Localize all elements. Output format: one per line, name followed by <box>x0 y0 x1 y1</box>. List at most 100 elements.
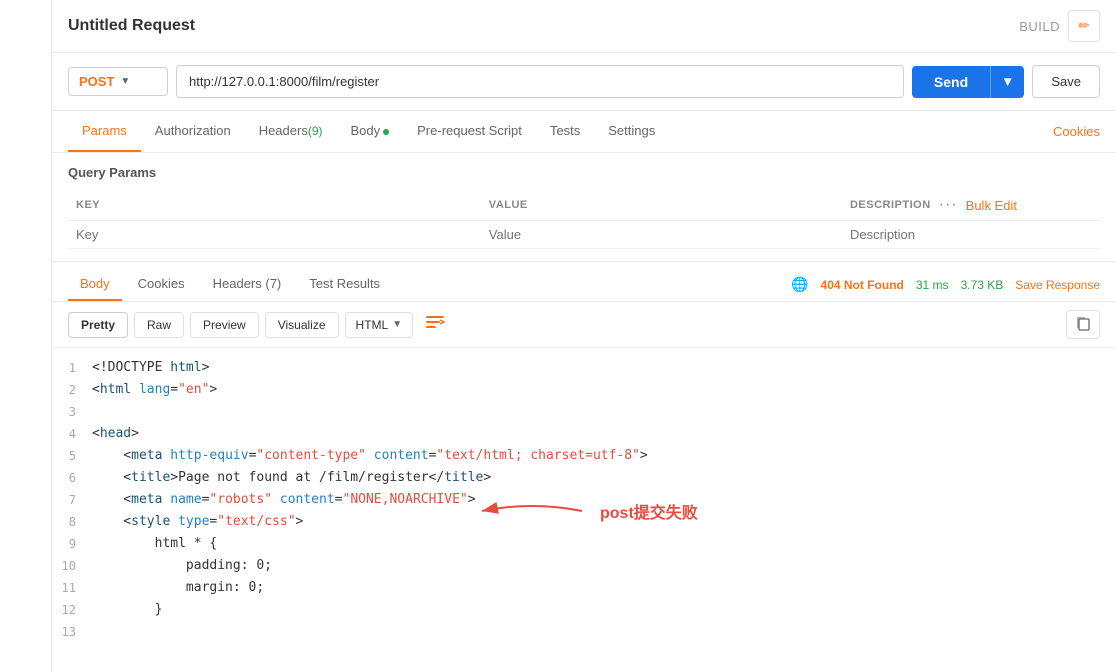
params-table: KEY VALUE DESCRIPTION ··· Bulk Edit <box>68 190 1100 249</box>
code-line: 10 padding: 0; <box>52 556 1116 578</box>
main-content: Untitled Request BUILD ✏ POST ▼ Send ▼ <box>52 0 1116 672</box>
line-number: 3 <box>52 402 92 422</box>
line-content: html * { <box>92 534 1116 555</box>
url-bar: POST ▼ Send ▼ Save <box>52 53 1116 111</box>
line-number: 11 <box>52 578 92 598</box>
response-time: 31 ms <box>916 278 949 292</box>
chevron-down-icon: ▼ <box>1001 74 1014 89</box>
body-dot <box>383 129 389 135</box>
word-wrap-button[interactable] <box>419 312 451 337</box>
url-input[interactable] <box>176 65 904 98</box>
key-input[interactable] <box>76 227 473 242</box>
bulk-edit-button[interactable]: Bulk Edit <box>966 198 1017 213</box>
line-number: 2 <box>52 380 92 400</box>
line-number: 12 <box>52 600 92 620</box>
request-tabs-bar: Params Authorization Headers(9) Body Pre… <box>52 111 1116 153</box>
request-header: Untitled Request BUILD ✏ <box>52 0 1116 53</box>
build-button[interactable]: BUILD <box>1019 19 1060 34</box>
code-line: 8 <style type="text/css"> <box>52 512 1116 534</box>
code-area-wrapper: 1<!DOCTYPE html>2<html lang="en">34<head… <box>52 348 1116 672</box>
tab-body[interactable]: Body <box>337 111 404 152</box>
tab-tests[interactable]: Tests <box>536 111 594 152</box>
query-params-title: Query Params <box>68 165 1100 180</box>
line-content: padding: 0; <box>92 556 1116 577</box>
chevron-down-icon: ▼ <box>392 319 402 330</box>
send-button-group: Send ▼ <box>912 66 1024 98</box>
line-content: <style type="text/css"> <box>92 512 1116 533</box>
response-size: 3.73 KB <box>961 278 1004 292</box>
code-line: 5 <meta http-equiv="content-type" conten… <box>52 446 1116 468</box>
chevron-down-icon: ▼ <box>120 76 130 87</box>
sidebar <box>0 0 52 672</box>
response-status-bar: 🌐 404 Not Found 31 ms 3.73 KB Save Respo… <box>791 276 1100 293</box>
code-line: 13 <box>52 622 1116 644</box>
code-line: 7 <meta name="robots" content="NONE,NOAR… <box>52 490 1116 512</box>
more-options-button[interactable]: ··· <box>939 196 958 214</box>
line-content: margin: 0; <box>92 578 1116 599</box>
line-number: 8 <box>52 512 92 532</box>
resp-tab-body[interactable]: Body <box>68 268 122 301</box>
desc-column-header: DESCRIPTION ··· Bulk Edit <box>842 190 1100 221</box>
code-line: 4<head> <box>52 424 1116 446</box>
resp-tab-cookies[interactable]: Cookies <box>126 268 197 301</box>
line-content: <meta name="robots" content="NONE,NOARCH… <box>92 490 1116 511</box>
status-badge: 404 Not Found <box>821 278 904 292</box>
line-content: <head> <box>92 424 1116 445</box>
send-button[interactable]: Send <box>912 66 990 98</box>
query-params-section: Query Params KEY VALUE DE <box>52 153 1116 262</box>
code-area: 1<!DOCTYPE html>2<html lang="en">34<head… <box>52 348 1116 654</box>
params-row <box>68 221 1100 249</box>
line-content: <meta http-equiv="content-type" content=… <box>92 446 1116 467</box>
code-line: 11 margin: 0; <box>52 578 1116 600</box>
format-visualize-button[interactable]: Visualize <box>265 312 339 338</box>
language-select[interactable]: HTML ▼ <box>345 312 414 338</box>
save-response-button[interactable]: Save Response <box>1015 278 1100 292</box>
tab-params[interactable]: Params <box>68 111 141 152</box>
code-line: 9 html * { <box>52 534 1116 556</box>
copy-icon <box>1075 319 1091 334</box>
save-button[interactable]: Save <box>1032 65 1100 98</box>
line-number: 6 <box>52 468 92 488</box>
request-title: Untitled Request <box>68 17 1019 35</box>
resp-tab-test-results[interactable]: Test Results <box>297 268 392 301</box>
key-column-header: KEY <box>68 190 481 221</box>
tab-headers[interactable]: Headers(9) <box>245 111 337 152</box>
line-number: 9 <box>52 534 92 554</box>
edit-icon: ✏ <box>1078 18 1089 34</box>
line-content: <title>Page not found at /film/register<… <box>92 468 1116 489</box>
value-input[interactable] <box>489 227 834 242</box>
cookies-link[interactable]: Cookies <box>1053 124 1100 139</box>
code-line: 2<html lang="en"> <box>52 380 1116 402</box>
response-tabs-bar: Body Cookies Headers (7) Test Results 🌐 … <box>52 262 1116 302</box>
edit-icon-button[interactable]: ✏ <box>1068 10 1100 42</box>
send-dropdown-button[interactable]: ▼ <box>990 66 1024 98</box>
response-toolbar: Pretty Raw Preview Visualize HTML ▼ <box>52 302 1116 348</box>
globe-icon: 🌐 <box>791 276 808 293</box>
method-label: POST <box>79 74 114 89</box>
desc-input[interactable] <box>850 227 1092 242</box>
value-column-header: VALUE <box>481 190 842 221</box>
resp-tab-headers[interactable]: Headers (7) <box>201 268 294 301</box>
tab-pre-request[interactable]: Pre-request Script <box>403 111 536 152</box>
line-number: 13 <box>52 622 92 642</box>
word-wrap-icon <box>425 314 445 334</box>
language-label: HTML <box>356 318 389 332</box>
headers-badge: (9) <box>308 124 323 138</box>
method-select[interactable]: POST ▼ <box>68 67 168 96</box>
format-raw-button[interactable]: Raw <box>134 312 184 338</box>
line-number: 7 <box>52 490 92 510</box>
line-number: 1 <box>52 358 92 378</box>
line-content: } <box>92 600 1116 621</box>
code-line: 3 <box>52 402 1116 424</box>
line-content: <!DOCTYPE html> <box>92 358 1116 379</box>
format-pretty-button[interactable]: Pretty <box>68 312 128 338</box>
line-content: <html lang="en"> <box>92 380 1116 401</box>
line-number: 4 <box>52 424 92 444</box>
format-preview-button[interactable]: Preview <box>190 312 259 338</box>
tab-authorization[interactable]: Authorization <box>141 111 245 152</box>
code-line: 1<!DOCTYPE html> <box>52 358 1116 380</box>
copy-button[interactable] <box>1066 310 1100 339</box>
tab-settings[interactable]: Settings <box>594 111 669 152</box>
line-number: 5 <box>52 446 92 466</box>
code-line: 12 } <box>52 600 1116 622</box>
